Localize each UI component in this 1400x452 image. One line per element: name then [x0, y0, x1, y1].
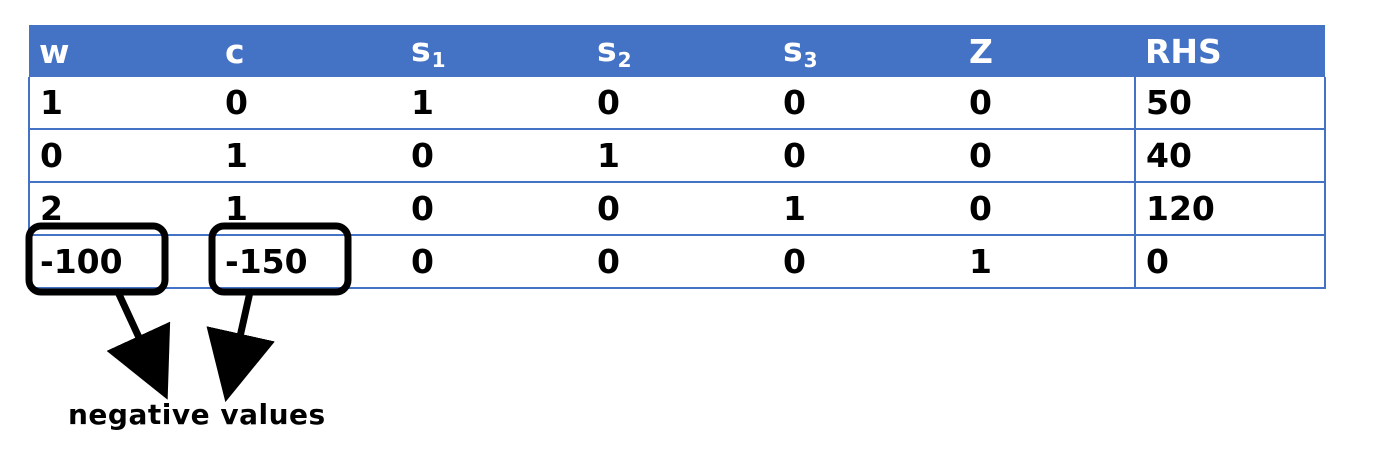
table-cell-rhs: 40 [1134, 129, 1326, 183]
table-cell: 0 [773, 129, 959, 183]
table-cell: 1 [28, 77, 215, 130]
table-cell: 0 [773, 235, 959, 289]
table-cell-rhs: 120 [1134, 182, 1326, 236]
table-cell: 0 [587, 77, 773, 130]
header-cell-s3: s3 [773, 25, 959, 77]
table-cell: 1 [215, 129, 401, 183]
header-cell-s2: s2 [587, 25, 773, 77]
arrow-right [206, 291, 275, 403]
arrow-left [106, 290, 171, 400]
header-row: w c s1 s2 s3 Z RHS [29, 25, 1325, 77]
header-cell-c: c [215, 25, 401, 77]
objective-row: -100 -150 0 0 0 1 0 [28, 235, 1326, 289]
table-cell-rhs: 0 [1134, 235, 1326, 289]
tableau-table: w c s1 s2 s3 Z RHS 1 0 1 0 0 0 50 0 1 0 … [28, 25, 1326, 289]
table-cell: 1 [587, 129, 773, 183]
negative-value-cell: -100 [28, 235, 215, 289]
table-cell: 0 [587, 182, 773, 236]
table-cell: 1 [773, 182, 959, 236]
table-cell: 0 [401, 182, 587, 236]
table-cell: 0 [28, 129, 215, 183]
table-cell: 0 [959, 182, 1135, 236]
table-cell: 0 [959, 77, 1135, 130]
header-cell-z: Z [959, 25, 1135, 77]
table-cell: 1 [215, 182, 401, 236]
table-row: 1 0 1 0 0 0 50 [28, 77, 1326, 130]
table-row: 2 1 0 0 1 0 120 [28, 182, 1326, 236]
table-cell: 0 [959, 129, 1135, 183]
table-cell-rhs: 50 [1134, 77, 1326, 130]
header-cell-s1: s1 [401, 25, 587, 77]
table-cell: 2 [28, 182, 215, 236]
table-row: 0 1 0 1 0 0 40 [28, 129, 1326, 183]
table-cell: 0 [215, 77, 401, 130]
table-cell: 0 [401, 235, 587, 289]
header-cell-rhs: RHS [1135, 25, 1325, 77]
negative-value-cell: -150 [215, 235, 401, 289]
header-cell-w: w [29, 25, 215, 77]
simplex-tableau: w c s1 s2 s3 Z RHS 1 0 1 0 0 0 50 0 1 0 … [28, 25, 1326, 289]
negative-values-label: negative values [68, 398, 326, 431]
table-cell: 0 [773, 77, 959, 130]
table-cell: 0 [587, 235, 773, 289]
table-cell: 1 [401, 77, 587, 130]
table-cell: 1 [959, 235, 1135, 289]
table-cell: 0 [401, 129, 587, 183]
